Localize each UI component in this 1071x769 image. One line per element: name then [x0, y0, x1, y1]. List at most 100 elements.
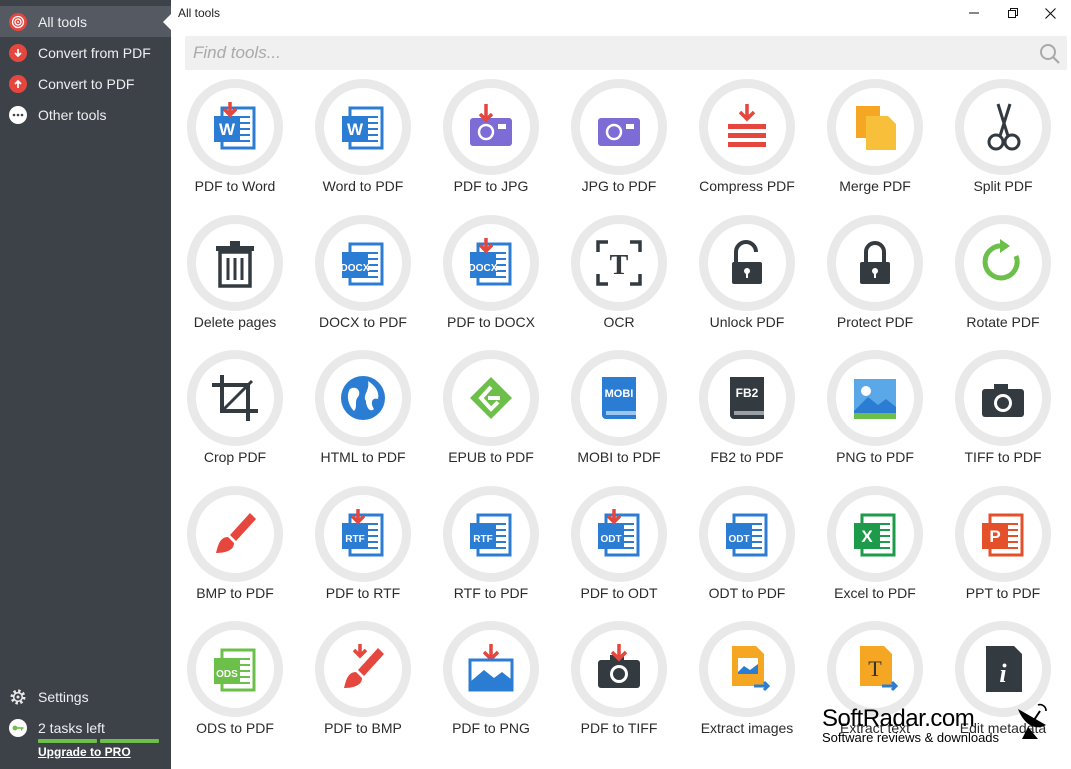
upgrade-link[interactable]: Upgrade to PRO — [38, 745, 131, 759]
tool-label: Rotate PDF — [966, 313, 1040, 330]
tool-rtf-to-pdf[interactable]: RTF RTF to PDF — [427, 481, 555, 616]
tool-label: BMP to PDF — [196, 584, 274, 601]
tool-icon-ring: DOCX — [315, 214, 411, 311]
tool-unlock-pdf[interactable]: Unlock PDF — [683, 210, 811, 345]
trash-icon — [216, 240, 254, 288]
sidebar-item-convert-from-pdf[interactable]: Convert from PDF — [0, 37, 171, 68]
info-doc-icon: i — [986, 646, 1022, 692]
tasks-status: 2 tasks left — [0, 718, 171, 738]
svg-text:DOCX: DOCX — [469, 263, 498, 274]
brush-icon — [344, 644, 384, 688]
tasks-left-label: 2 tasks left — [38, 720, 105, 736]
satellite-dish-icon — [1018, 703, 1047, 739]
minimize-icon — [969, 12, 979, 14]
restore-button[interactable] — [995, 2, 1031, 24]
camera-icon — [598, 644, 640, 688]
fb2-icon: FB2 — [730, 377, 764, 419]
tool-rotate-pdf[interactable]: Rotate PDF — [939, 210, 1067, 345]
tool-odt-to-pdf[interactable]: ODT ODT to PDF — [683, 481, 811, 616]
tool-epub-to-pdf[interactable]: EPUB to PDF — [427, 345, 555, 480]
tool-ocr[interactable]: T OCR — [555, 210, 683, 345]
key-icon — [9, 719, 27, 737]
tool-png-to-pdf[interactable]: PNG to PDF — [811, 345, 939, 480]
close-button[interactable] — [1032, 2, 1068, 24]
sidebar-item-label: Convert to PDF — [38, 75, 135, 92]
picture-icon — [468, 644, 514, 692]
tool-pdf-to-bmp[interactable]: PDF to BMP — [299, 616, 427, 751]
settings-button[interactable]: Settings — [0, 687, 171, 707]
tool-delete-pages[interactable]: Delete pages — [171, 210, 299, 345]
minimize-button[interactable] — [956, 2, 992, 24]
tool-icon-ring: MOBI — [571, 350, 667, 446]
tool-tiff-to-pdf[interactable]: TIFF to PDF — [939, 345, 1067, 480]
tool-pdf-to-rtf[interactable]: RTF PDF to RTF — [299, 481, 427, 616]
tool-pdf-to-tiff[interactable]: PDF to TIFF — [555, 616, 683, 751]
excel-icon: X — [854, 513, 896, 556]
tool-pdf-to-word[interactable]: W PDF to Word — [171, 74, 299, 209]
tool-merge-pdf[interactable]: Merge PDF — [811, 74, 939, 209]
brush-icon — [216, 512, 256, 553]
merge-icon — [856, 106, 896, 150]
sidebar-item-convert-to-pdf[interactable]: Convert to PDF — [0, 68, 171, 99]
tool-label: Protect PDF — [836, 313, 914, 330]
ocr-icon: T — [596, 239, 642, 286]
ods-icon: ODS — [214, 648, 256, 692]
tool-jpg-to-pdf[interactable]: JPG to PDF — [555, 74, 683, 209]
tool-icon-ring: W — [187, 79, 283, 175]
tool-bmp-to-pdf[interactable]: BMP to PDF — [171, 481, 299, 616]
tool-protect-pdf[interactable]: Protect PDF — [811, 210, 939, 345]
window-title: All tools — [178, 6, 221, 20]
tool-ppt-to-pdf[interactable]: P PPT to PDF — [939, 481, 1067, 616]
search-input[interactable] — [185, 36, 1025, 70]
svg-text:T: T — [610, 250, 629, 281]
target-icon — [9, 12, 27, 31]
tool-pdf-to-docx[interactable]: DOCX PDF to DOCX — [427, 210, 555, 345]
tool-label: PDF to DOCX — [447, 313, 535, 330]
tool-extract-images[interactable]: Extract images — [683, 616, 811, 751]
tool-pdf-to-png[interactable]: PDF to PNG — [427, 616, 555, 751]
compress-icon — [728, 104, 766, 147]
tool-crop-pdf[interactable]: Crop PDF — [171, 345, 299, 480]
svg-text:FB2: FB2 — [736, 386, 759, 400]
tool-pdf-to-jpg[interactable]: PDF to JPG — [427, 74, 555, 209]
tool-label: Word to PDF — [322, 178, 404, 194]
tool-label: PDF to BMP — [324, 720, 402, 736]
tool-icon-ring — [315, 350, 411, 446]
tool-ods-to-pdf[interactable]: ODS ODS to PDF — [171, 616, 299, 751]
sidebar-item-all-tools[interactable]: All tools — [0, 6, 171, 37]
svg-text:ODT: ODT — [600, 534, 621, 545]
tool-icon-ring: DOCX — [443, 214, 539, 311]
svg-text:RTF: RTF — [345, 534, 364, 545]
tool-pdf-to-odt[interactable]: ODT PDF to ODT — [555, 481, 683, 616]
svg-text:P: P — [989, 527, 1000, 546]
tool-compress-pdf[interactable]: Compress PDF — [683, 74, 811, 209]
tool-icon-ring — [827, 79, 923, 175]
arrow-up-icon — [9, 74, 27, 93]
docx-icon: DOCX — [469, 237, 512, 285]
search-icon[interactable] — [1039, 43, 1061, 65]
tool-label: MOBI to PDF — [577, 449, 661, 465]
tool-icon-ring: X — [827, 485, 923, 582]
tool-split-pdf[interactable]: Split PDF — [939, 74, 1067, 209]
tool-icon-ring: ODT — [699, 485, 795, 582]
tool-icon-ring — [699, 214, 795, 311]
tool-word-to-pdf[interactable]: W Word to PDF — [299, 74, 427, 209]
tool-html-to-pdf[interactable]: HTML to PDF — [299, 345, 427, 480]
tool-icon-ring — [187, 350, 283, 446]
tool-fb2-to-pdf[interactable]: FB2 FB2 to PDF — [683, 345, 811, 480]
tool-label: JPG to PDF — [581, 178, 657, 194]
tool-label: Split PDF — [973, 178, 1033, 194]
tool-label: PNG to PDF — [836, 449, 914, 465]
tool-mobi-to-pdf[interactable]: MOBI MOBI to PDF — [555, 345, 683, 480]
tool-icon-ring — [315, 621, 411, 717]
tool-excel-to-pdf[interactable]: X Excel to PDF — [811, 481, 939, 616]
tool-icon-ring — [443, 350, 539, 446]
tool-label: TIFF to PDF — [964, 449, 1042, 465]
tool-icon-ring — [571, 79, 667, 175]
scissors-icon — [987, 103, 1021, 151]
image-icon — [470, 104, 512, 146]
tool-icon-ring: ODS — [187, 621, 283, 717]
tool-docx-to-pdf[interactable]: DOCX DOCX to PDF — [299, 210, 427, 345]
tool-label: PDF to Word — [194, 178, 276, 194]
sidebar-item-other-tools[interactable]: Other tools — [0, 99, 171, 130]
